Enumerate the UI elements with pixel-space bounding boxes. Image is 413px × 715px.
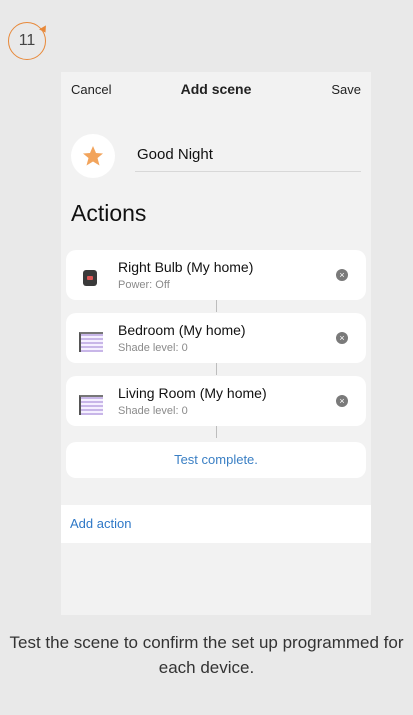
- remove-icon[interactable]: ×: [336, 332, 348, 344]
- connector-line: [216, 363, 217, 375]
- action-item-detail: Power: Off: [118, 279, 170, 291]
- connector-line: [216, 300, 217, 312]
- phone-screen: Cancel Add scene Save Good Night Actions…: [61, 72, 371, 615]
- scene-icon-button[interactable]: [71, 134, 115, 178]
- scene-header: Good Night: [71, 134, 361, 180]
- cancel-button[interactable]: Cancel: [71, 82, 111, 97]
- actions-heading: Actions: [71, 200, 147, 226]
- action-item-detail: Shade level: 0: [118, 405, 188, 417]
- test-scene-button[interactable]: Test complete.: [66, 442, 366, 478]
- remove-icon[interactable]: ×: [336, 395, 348, 407]
- action-item-detail: Shade level: 0: [118, 342, 188, 354]
- connector-line: [216, 426, 217, 438]
- step-number: 11: [18, 32, 36, 49]
- action-item-name: Right Bulb (My home): [118, 259, 254, 275]
- smart-plug-icon: [79, 267, 101, 289]
- navigation-bar: Cancel Add scene Save: [61, 72, 371, 106]
- action-item-name: Living Room (My home): [118, 385, 267, 401]
- save-button[interactable]: Save: [331, 82, 361, 97]
- window-shade-icon: [79, 330, 103, 352]
- scene-name-field[interactable]: Good Night: [135, 146, 361, 172]
- star-icon: [83, 146, 103, 166]
- step-number-badge: 11: [8, 22, 49, 60]
- caption-text: Test the scene to confirm the set up pro…: [9, 633, 404, 677]
- action-item-bedroom[interactable]: Bedroom (My home) Shade level: 0 ×: [66, 313, 366, 363]
- remove-icon[interactable]: ×: [336, 269, 348, 281]
- window-shade-icon: [79, 393, 103, 415]
- action-item-living-room[interactable]: Living Room (My home) Shade level: 0 ×: [66, 376, 366, 426]
- action-item-name: Bedroom (My home): [118, 322, 246, 338]
- add-action-button[interactable]: Add action: [61, 505, 371, 543]
- action-item-right-bulb[interactable]: Right Bulb (My home) Power: Off ×: [66, 250, 366, 300]
- refresh-arrow-icon: [39, 25, 49, 35]
